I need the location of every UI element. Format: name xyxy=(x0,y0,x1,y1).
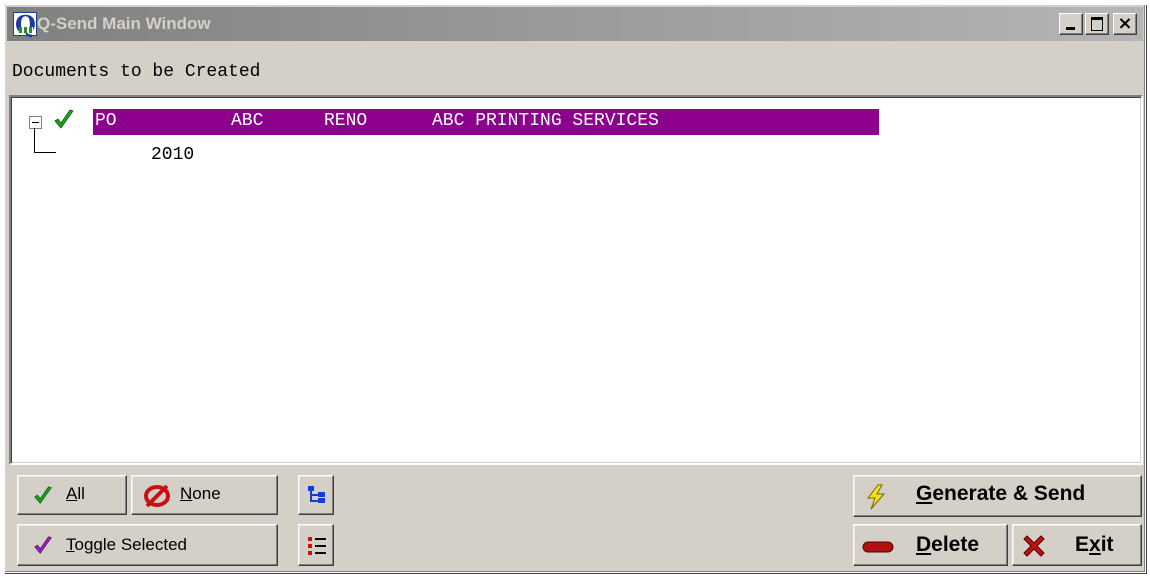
delete-label: elete xyxy=(931,533,980,556)
list-view-button[interactable] xyxy=(298,524,334,566)
select-all-button[interactable]: All xyxy=(17,475,127,515)
doc-type: PO xyxy=(95,111,117,131)
all-mnemonic: A xyxy=(66,484,78,503)
select-none-button[interactable]: None xyxy=(131,475,278,515)
exit-label: it xyxy=(1100,533,1114,556)
all-label: ll xyxy=(77,484,85,503)
toggle-mnemonic: T xyxy=(66,535,75,554)
list-view-icon xyxy=(308,537,326,555)
delete-button[interactable]: Delete xyxy=(853,524,1008,566)
title-bar[interactable]: Q Q-Send Main Window × xyxy=(7,7,1143,41)
app-icon[interactable]: Q xyxy=(13,10,37,39)
toggle-check-icon xyxy=(34,536,52,554)
expand-tree-button[interactable] xyxy=(298,475,334,515)
none-mnemonic: N xyxy=(180,484,193,503)
doc-vendor-name: ABC PRINTING SERVICES xyxy=(432,111,659,131)
documents-label: Documents to be Created xyxy=(12,62,261,82)
generate-mnemonic: G xyxy=(916,482,933,505)
delete-icon xyxy=(862,541,894,553)
tree-connector xyxy=(34,128,35,152)
window-title: Q-Send Main Window xyxy=(37,14,211,33)
toggle-label: oggle Selected xyxy=(74,535,187,554)
exit-mnemonic: x xyxy=(1089,533,1101,556)
tree-row-po[interactable]: PO ABC RENO ABC PRINTING SERVICES xyxy=(93,109,879,135)
doc-location: RENO xyxy=(324,111,368,131)
close-icon: × xyxy=(1117,13,1133,34)
tree-row-child[interactable]: 2010 xyxy=(151,145,194,165)
maximize-button[interactable] xyxy=(1085,13,1109,35)
generate-send-button[interactable]: Generate & Send xyxy=(853,475,1142,517)
close-button[interactable]: × xyxy=(1113,13,1137,35)
tree-view-icon xyxy=(308,486,325,503)
exit-x-icon xyxy=(1023,535,1045,557)
exit-button[interactable]: Exit xyxy=(1012,524,1142,566)
documents-tree[interactable]: PO ABC RENO ABC PRINTING SERVICES 2010 xyxy=(9,95,1143,465)
toggle-selected-button[interactable]: Toggle Selected xyxy=(17,524,278,566)
doc-vendor-code: ABC xyxy=(231,111,264,131)
tree-connector xyxy=(34,152,56,153)
lightning-icon xyxy=(866,484,886,510)
minimize-button[interactable] xyxy=(1059,13,1083,35)
check-icon[interactable] xyxy=(53,108,75,132)
delete-mnemonic: D xyxy=(916,533,932,556)
generate-label: enerate & Send xyxy=(932,482,1086,505)
collapse-icon[interactable] xyxy=(29,116,42,129)
exit-label-start: E xyxy=(1075,533,1090,556)
none-label: one xyxy=(192,484,221,503)
none-icon xyxy=(144,484,170,508)
check-icon xyxy=(34,486,52,504)
